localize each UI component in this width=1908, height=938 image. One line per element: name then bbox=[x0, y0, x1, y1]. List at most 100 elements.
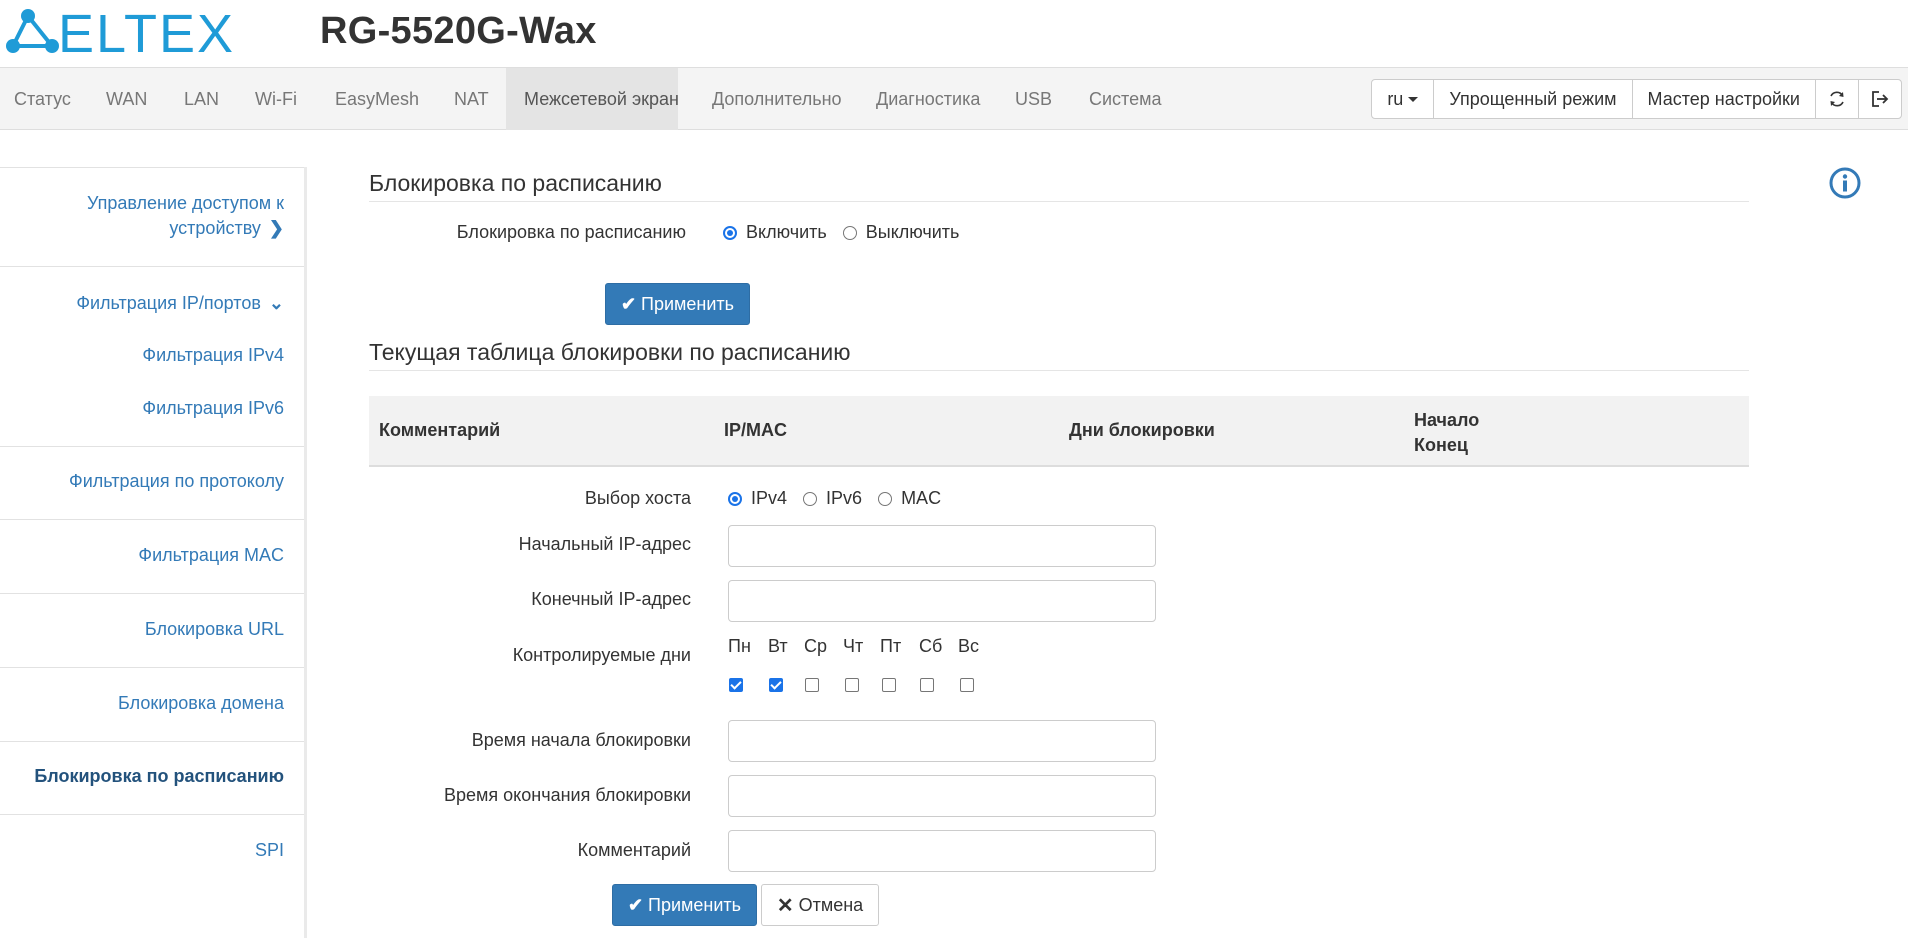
nav-firewall[interactable]: Межсетевой экран bbox=[506, 68, 679, 130]
header: ELTEX RG-5520G-Wax bbox=[0, 0, 1908, 67]
days-label: Контролируемые дни bbox=[512, 645, 691, 665]
device-model: RG-5520G-Wax bbox=[320, 10, 597, 52]
day-checkbox-wed[interactable] bbox=[805, 678, 819, 692]
day-label-mon: Пн bbox=[728, 636, 751, 656]
nav-diagnostics[interactable]: Диагностика bbox=[858, 68, 998, 130]
nav-advanced[interactable]: Дополнительно bbox=[694, 68, 860, 130]
section-divider bbox=[369, 370, 1749, 371]
end-time-label: Время окончания блокировки bbox=[444, 785, 691, 805]
schedule-disable-radio[interactable] bbox=[842, 225, 857, 240]
refresh-icon bbox=[1830, 91, 1844, 107]
column-time: Начало Конец bbox=[1414, 408, 1479, 458]
column-end: Конец bbox=[1414, 435, 1468, 455]
cancel-label: Отмена bbox=[798, 894, 864, 915]
comment-label: Комментарий bbox=[577, 840, 691, 860]
sidebar-divider bbox=[0, 667, 304, 668]
sidebar-divider bbox=[0, 593, 304, 594]
host-ipv4-label: IPv4 bbox=[751, 488, 788, 508]
start-time-input[interactable] bbox=[728, 720, 1156, 762]
nav-easymesh[interactable]: EasyMesh bbox=[317, 68, 437, 130]
sidebar-item-spi[interactable]: SPI bbox=[255, 838, 284, 863]
sidebar-item-label: устройству bbox=[169, 218, 261, 238]
start-ip-input[interactable] bbox=[728, 525, 1156, 567]
language-dropdown[interactable]: ru bbox=[1372, 80, 1435, 118]
end-ip-input[interactable] bbox=[728, 580, 1156, 622]
sidebar-item-ipv6-filter[interactable]: Фильтрация IPv6 bbox=[142, 396, 284, 421]
end-ip-label: Конечный IP-адрес bbox=[531, 589, 691, 609]
schedule-section-title: Блокировка по расписанию bbox=[369, 170, 662, 196]
schedule-apply-button[interactable]: ✔ Применить bbox=[605, 283, 750, 325]
day-checkbox-sun[interactable] bbox=[960, 678, 974, 692]
eltex-logo: ELTEX bbox=[6, 4, 233, 56]
simple-mode-button[interactable]: Упрощенный режим bbox=[1434, 80, 1633, 118]
host-ipv6-label: IPv6 bbox=[826, 488, 863, 508]
host-select-label: Выбор хоста bbox=[584, 488, 691, 508]
nav-wan[interactable]: WAN bbox=[88, 68, 165, 130]
check-icon: ✔ bbox=[620, 293, 637, 314]
nav-nat[interactable]: NAT bbox=[436, 68, 507, 130]
sidebar-item-label: Управление доступом к bbox=[86, 193, 284, 213]
sidebar-item-schedule-block[interactable]: Блокировка по расписанию bbox=[34, 764, 284, 789]
apply-label: Применить bbox=[648, 894, 742, 915]
schedule-toggle-group: Включить Выключить bbox=[723, 222, 975, 243]
nav-status[interactable]: Статус bbox=[0, 68, 89, 130]
schedule-enable-label: Включить bbox=[746, 222, 827, 242]
nav-right-group: ru Упрощенный режим Мастер настройки bbox=[1371, 79, 1902, 119]
day-checkbox-mon[interactable] bbox=[729, 678, 743, 692]
host-ipv6-radio[interactable] bbox=[803, 491, 818, 506]
schedule-enable-radio[interactable] bbox=[723, 225, 737, 240]
sidebar-divider bbox=[0, 167, 304, 168]
info-icon[interactable] bbox=[1829, 167, 1861, 199]
sidebar-item-ipv4-filter[interactable]: Фильтрация IPv4 bbox=[142, 343, 284, 368]
nav-wifi[interactable]: Wi-Fi bbox=[237, 68, 315, 130]
nav-usb[interactable]: USB bbox=[997, 68, 1070, 130]
table-section-title: Текущая таблица блокировки по расписанию bbox=[369, 339, 851, 365]
host-ipv4-radio[interactable] bbox=[728, 491, 742, 506]
day-label-tue: Вт bbox=[768, 636, 788, 656]
form-cancel-button[interactable]: ✕ Отмена bbox=[761, 884, 879, 926]
start-ip-label: Начальный IP-адрес bbox=[518, 534, 691, 554]
host-mac-radio[interactable] bbox=[878, 491, 893, 506]
day-label-sat: Сб bbox=[919, 636, 943, 656]
schedule-field-label: Блокировка по расписанию bbox=[456, 222, 686, 242]
sidebar-item-device-access[interactable]: Управление доступом к устройству ❯ bbox=[87, 191, 284, 241]
nav-system[interactable]: Система bbox=[1071, 68, 1180, 130]
day-checkbox-tue[interactable] bbox=[769, 678, 783, 692]
end-time-input[interactable] bbox=[728, 775, 1156, 817]
day-label-wed: Ср bbox=[804, 636, 828, 656]
sidebar-item-mac-filter[interactable]: Фильтрация MAC bbox=[138, 543, 284, 568]
day-checkbox-thu[interactable] bbox=[845, 678, 859, 692]
nav-lan[interactable]: LAN bbox=[166, 68, 237, 130]
section-divider bbox=[369, 201, 1749, 202]
comment-input[interactable] bbox=[728, 830, 1156, 872]
sidebar-divider bbox=[0, 519, 304, 520]
sidebar-divider bbox=[0, 446, 304, 447]
sidebar-divider bbox=[0, 741, 304, 742]
chevron-down-icon: ⌄ bbox=[268, 293, 284, 313]
sidebar: Управление доступом к устройству ❯ Фильтр… bbox=[0, 167, 307, 938]
schedule-table-header: Комментарий IP/MAC Дни блокировки Начало… bbox=[369, 396, 1749, 467]
refresh-button[interactable] bbox=[1816, 80, 1859, 118]
day-label-sun: Вс bbox=[958, 636, 980, 656]
day-label-thu: Чт bbox=[843, 636, 864, 656]
chevron-right-icon: ❯ bbox=[268, 218, 284, 238]
sidebar-item-label: Фильтрация IP/портов bbox=[76, 293, 261, 313]
language-label: ru bbox=[1387, 89, 1404, 109]
schedule-disable-label: Выключить bbox=[865, 222, 960, 242]
sidebar-divider bbox=[0, 814, 304, 815]
form-apply-button[interactable]: ✔ Применить bbox=[612, 884, 757, 926]
logout-icon bbox=[1872, 91, 1889, 107]
sidebar-item-protocol-filter[interactable]: Фильтрация по протоколу bbox=[69, 469, 284, 494]
logout-button[interactable] bbox=[1859, 80, 1901, 118]
sidebar-item-ip-port-filter[interactable]: Фильтрация IP/портов ⌄ bbox=[76, 291, 284, 316]
day-checkbox-sat[interactable] bbox=[920, 678, 934, 692]
sidebar-item-domain-block[interactable]: Блокировка домена bbox=[118, 691, 284, 716]
setup-wizard-button[interactable]: Мастер настройки bbox=[1633, 80, 1816, 118]
column-ip-mac: IP/MAC bbox=[724, 420, 787, 440]
day-checkbox-fri[interactable] bbox=[882, 678, 896, 692]
host-mac-label: MAC bbox=[901, 488, 942, 508]
apply-label: Применить bbox=[641, 293, 735, 314]
caret-down-icon bbox=[1408, 96, 1419, 102]
sidebar-item-url-block[interactable]: Блокировка URL bbox=[145, 617, 284, 642]
start-time-label: Время начала блокировки bbox=[471, 730, 691, 750]
